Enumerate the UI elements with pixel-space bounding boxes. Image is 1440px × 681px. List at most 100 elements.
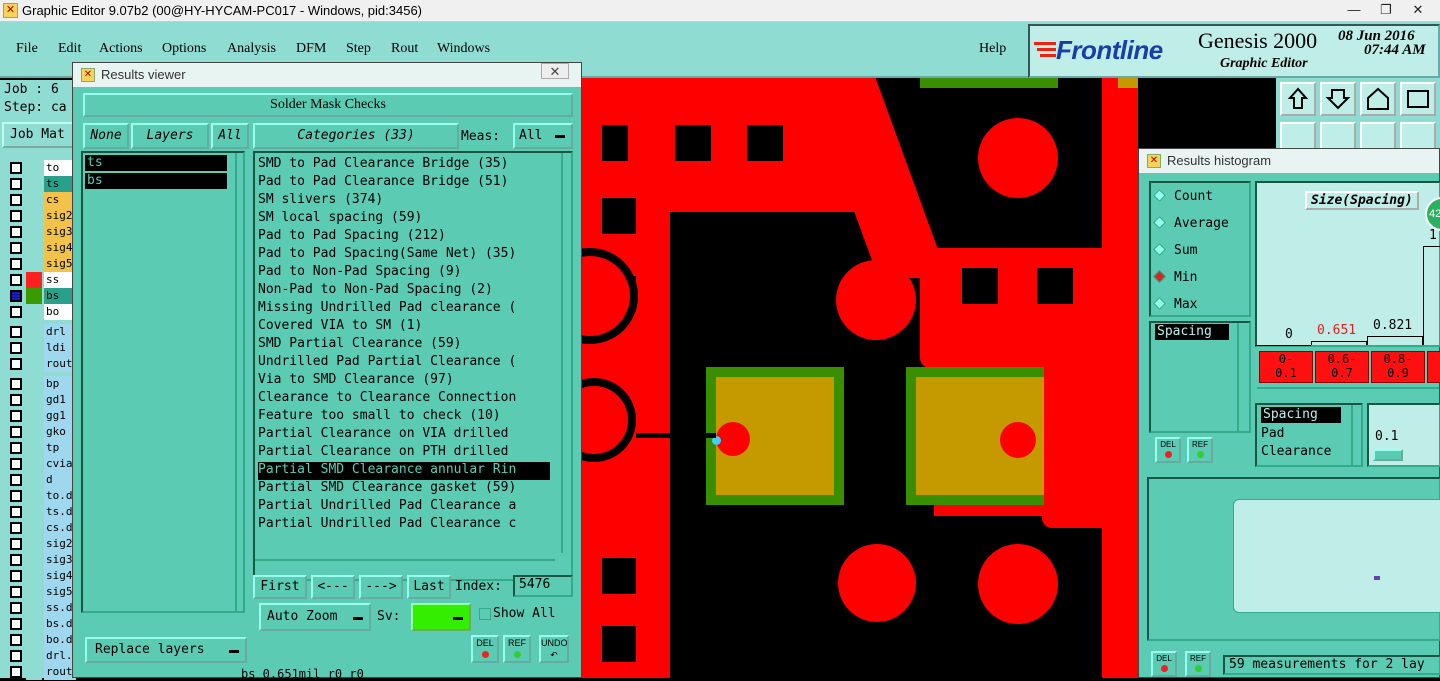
- layer-color-swatch[interactable]: [26, 176, 42, 192]
- layer-checkbox[interactable]: [10, 274, 22, 286]
- layer-color-swatch[interactable]: [26, 160, 42, 176]
- maximize-button[interactable]: ❐: [1370, 0, 1402, 20]
- layer-checkbox[interactable]: [10, 210, 22, 222]
- category-item[interactable]: Clearance to Clearance Connection: [258, 390, 550, 408]
- layer-row[interactable]: to: [4, 160, 76, 176]
- histogram-bar[interactable]: [1367, 336, 1423, 345]
- layer-color-swatch[interactable]: [26, 616, 42, 632]
- category-item[interactable]: Partial SMD Clearance annular Rin: [258, 462, 550, 480]
- layer-color-swatch[interactable]: [26, 224, 42, 240]
- window-icon[interactable]: [1400, 82, 1436, 116]
- category-item[interactable]: Missing Undrilled Pad clearance (: [258, 300, 550, 318]
- layer-checkbox[interactable]: [10, 178, 22, 190]
- histogram-bar[interactable]: [1255, 345, 1311, 346]
- layer-checkbox[interactable]: [10, 326, 22, 338]
- prev-button[interactable]: <---: [311, 575, 355, 599]
- layer-color-swatch[interactable]: [26, 584, 42, 600]
- attr-scrollbar[interactable]: [1237, 323, 1249, 431]
- category-item[interactable]: Pad to Pad Spacing (212): [258, 228, 550, 246]
- categories-scrollbar[interactable]: [561, 153, 571, 553]
- layer-listbox[interactable]: [81, 151, 245, 613]
- layer-row[interactable]: bs.d: [4, 616, 76, 632]
- category-item[interactable]: Non-Pad to Non-Pad Spacing (2): [258, 282, 550, 300]
- layer-color-swatch[interactable]: [26, 552, 42, 568]
- layer-color-swatch[interactable]: [26, 472, 42, 488]
- category-item[interactable]: Partial Clearance on PTH drilled: [258, 444, 550, 462]
- layer-color-swatch[interactable]: [26, 288, 42, 304]
- category-item[interactable]: Partial SMD Clearance gasket (59): [258, 480, 550, 498]
- layer-row[interactable]: sig4: [4, 568, 76, 584]
- layer-row[interactable]: ldi: [4, 340, 76, 356]
- layer-checkbox[interactable]: [10, 458, 22, 470]
- layer-checkbox[interactable]: [10, 258, 22, 270]
- layer-color-swatch[interactable]: [26, 240, 42, 256]
- layer-color-swatch[interactable]: [26, 488, 42, 504]
- layer-color-swatch[interactable]: [26, 632, 42, 648]
- layer-color-swatch[interactable]: [26, 340, 42, 356]
- layer-color-swatch[interactable]: [26, 192, 42, 208]
- hist-ref-button[interactable]: REF: [1185, 651, 1211, 677]
- layer-checkbox[interactable]: [10, 242, 22, 254]
- minimize-button[interactable]: —: [1338, 0, 1370, 20]
- layer-checkbox[interactable]: [10, 442, 22, 454]
- layer-row[interactable]: sig3: [4, 224, 76, 240]
- stat-option[interactable]: Average: [1153, 216, 1229, 231]
- next-button[interactable]: --->: [359, 575, 403, 599]
- category-item[interactable]: SM slivers (374): [258, 192, 550, 210]
- all-button[interactable]: All: [211, 123, 249, 149]
- layer-row[interactable]: rout: [4, 356, 76, 372]
- layer-checkbox[interactable]: [10, 342, 22, 354]
- layer-row[interactable]: ts: [4, 176, 76, 192]
- category-item[interactable]: Pad to Pad Spacing(Same Net) (35): [258, 246, 550, 264]
- category-item[interactable]: Covered VIA to SM (1): [258, 318, 550, 336]
- layer-color-swatch[interactable]: [26, 304, 42, 320]
- category-item[interactable]: Via to SMD Clearance (97): [258, 372, 550, 390]
- layer-checkbox[interactable]: [10, 162, 22, 174]
- layer-row[interactable]: bs: [4, 288, 76, 304]
- histogram-bin[interactable]: 0.6- 0.7: [1315, 351, 1369, 383]
- layer-checkbox[interactable]: [10, 522, 22, 534]
- category-item[interactable]: Feature too small to check (10): [258, 408, 550, 426]
- sv-color-select[interactable]: [411, 603, 471, 631]
- attr2-item[interactable]: Pad: [1261, 426, 1284, 441]
- index-input[interactable]: 5476: [513, 575, 573, 597]
- layer-row[interactable]: bo: [4, 304, 76, 320]
- category-item[interactable]: SM local spacing (59): [258, 210, 550, 228]
- layer-checkbox[interactable]: [10, 378, 22, 390]
- layer-checkbox[interactable]: [10, 290, 22, 302]
- undo-button[interactable]: UNDO ↶: [539, 635, 569, 663]
- category-item[interactable]: Pad to Pad Clearance Bridge (51): [258, 174, 550, 192]
- menu-file[interactable]: File: [16, 41, 38, 57]
- layer-row[interactable]: sig5: [4, 584, 76, 600]
- layer-checkbox[interactable]: [10, 618, 22, 630]
- categories-hscrollbar[interactable]: [255, 559, 555, 569]
- down-arrow-icon[interactable]: [1320, 82, 1356, 116]
- layer-color-swatch[interactable]: [26, 408, 42, 424]
- layer-checkbox[interactable]: [10, 506, 22, 518]
- last-button[interactable]: Last: [407, 575, 451, 599]
- layer-row[interactable]: cs: [4, 192, 76, 208]
- histogram-bin[interactable]: 1: [1427, 351, 1440, 383]
- layer-color-swatch[interactable]: [26, 600, 42, 616]
- layer-checkbox[interactable]: [10, 358, 22, 370]
- layer-color-swatch[interactable]: [26, 356, 42, 372]
- layer-row[interactable]: to.d: [4, 488, 76, 504]
- layer-color-swatch[interactable]: [26, 424, 42, 440]
- layer-color-swatch[interactable]: [26, 376, 42, 392]
- layer-color-swatch[interactable]: [26, 272, 42, 288]
- job-matrix-button[interactable]: Job Mat: [2, 122, 78, 148]
- category-item[interactable]: SMD to Pad Clearance Bridge (35): [258, 156, 550, 174]
- layer-color-swatch[interactable]: [26, 456, 42, 472]
- layer-checkbox[interactable]: [10, 634, 22, 646]
- menu-windows[interactable]: Windows: [437, 41, 490, 57]
- stat-option[interactable]: Min: [1153, 270, 1197, 285]
- layer-row[interactable]: bo.d: [4, 632, 76, 648]
- layer-row[interactable]: d: [4, 472, 76, 488]
- menu-edit[interactable]: Edit: [58, 41, 81, 57]
- show-all-checkbox[interactable]: [479, 608, 491, 620]
- category-item[interactable]: Pad to Non-Pad Spacing (9): [258, 264, 550, 282]
- layer-row[interactable]: gd1: [4, 392, 76, 408]
- none-button[interactable]: None: [83, 123, 129, 149]
- pcb-canvas[interactable]: [582, 78, 1138, 678]
- attr2-scrollbar[interactable]: [1351, 405, 1363, 465]
